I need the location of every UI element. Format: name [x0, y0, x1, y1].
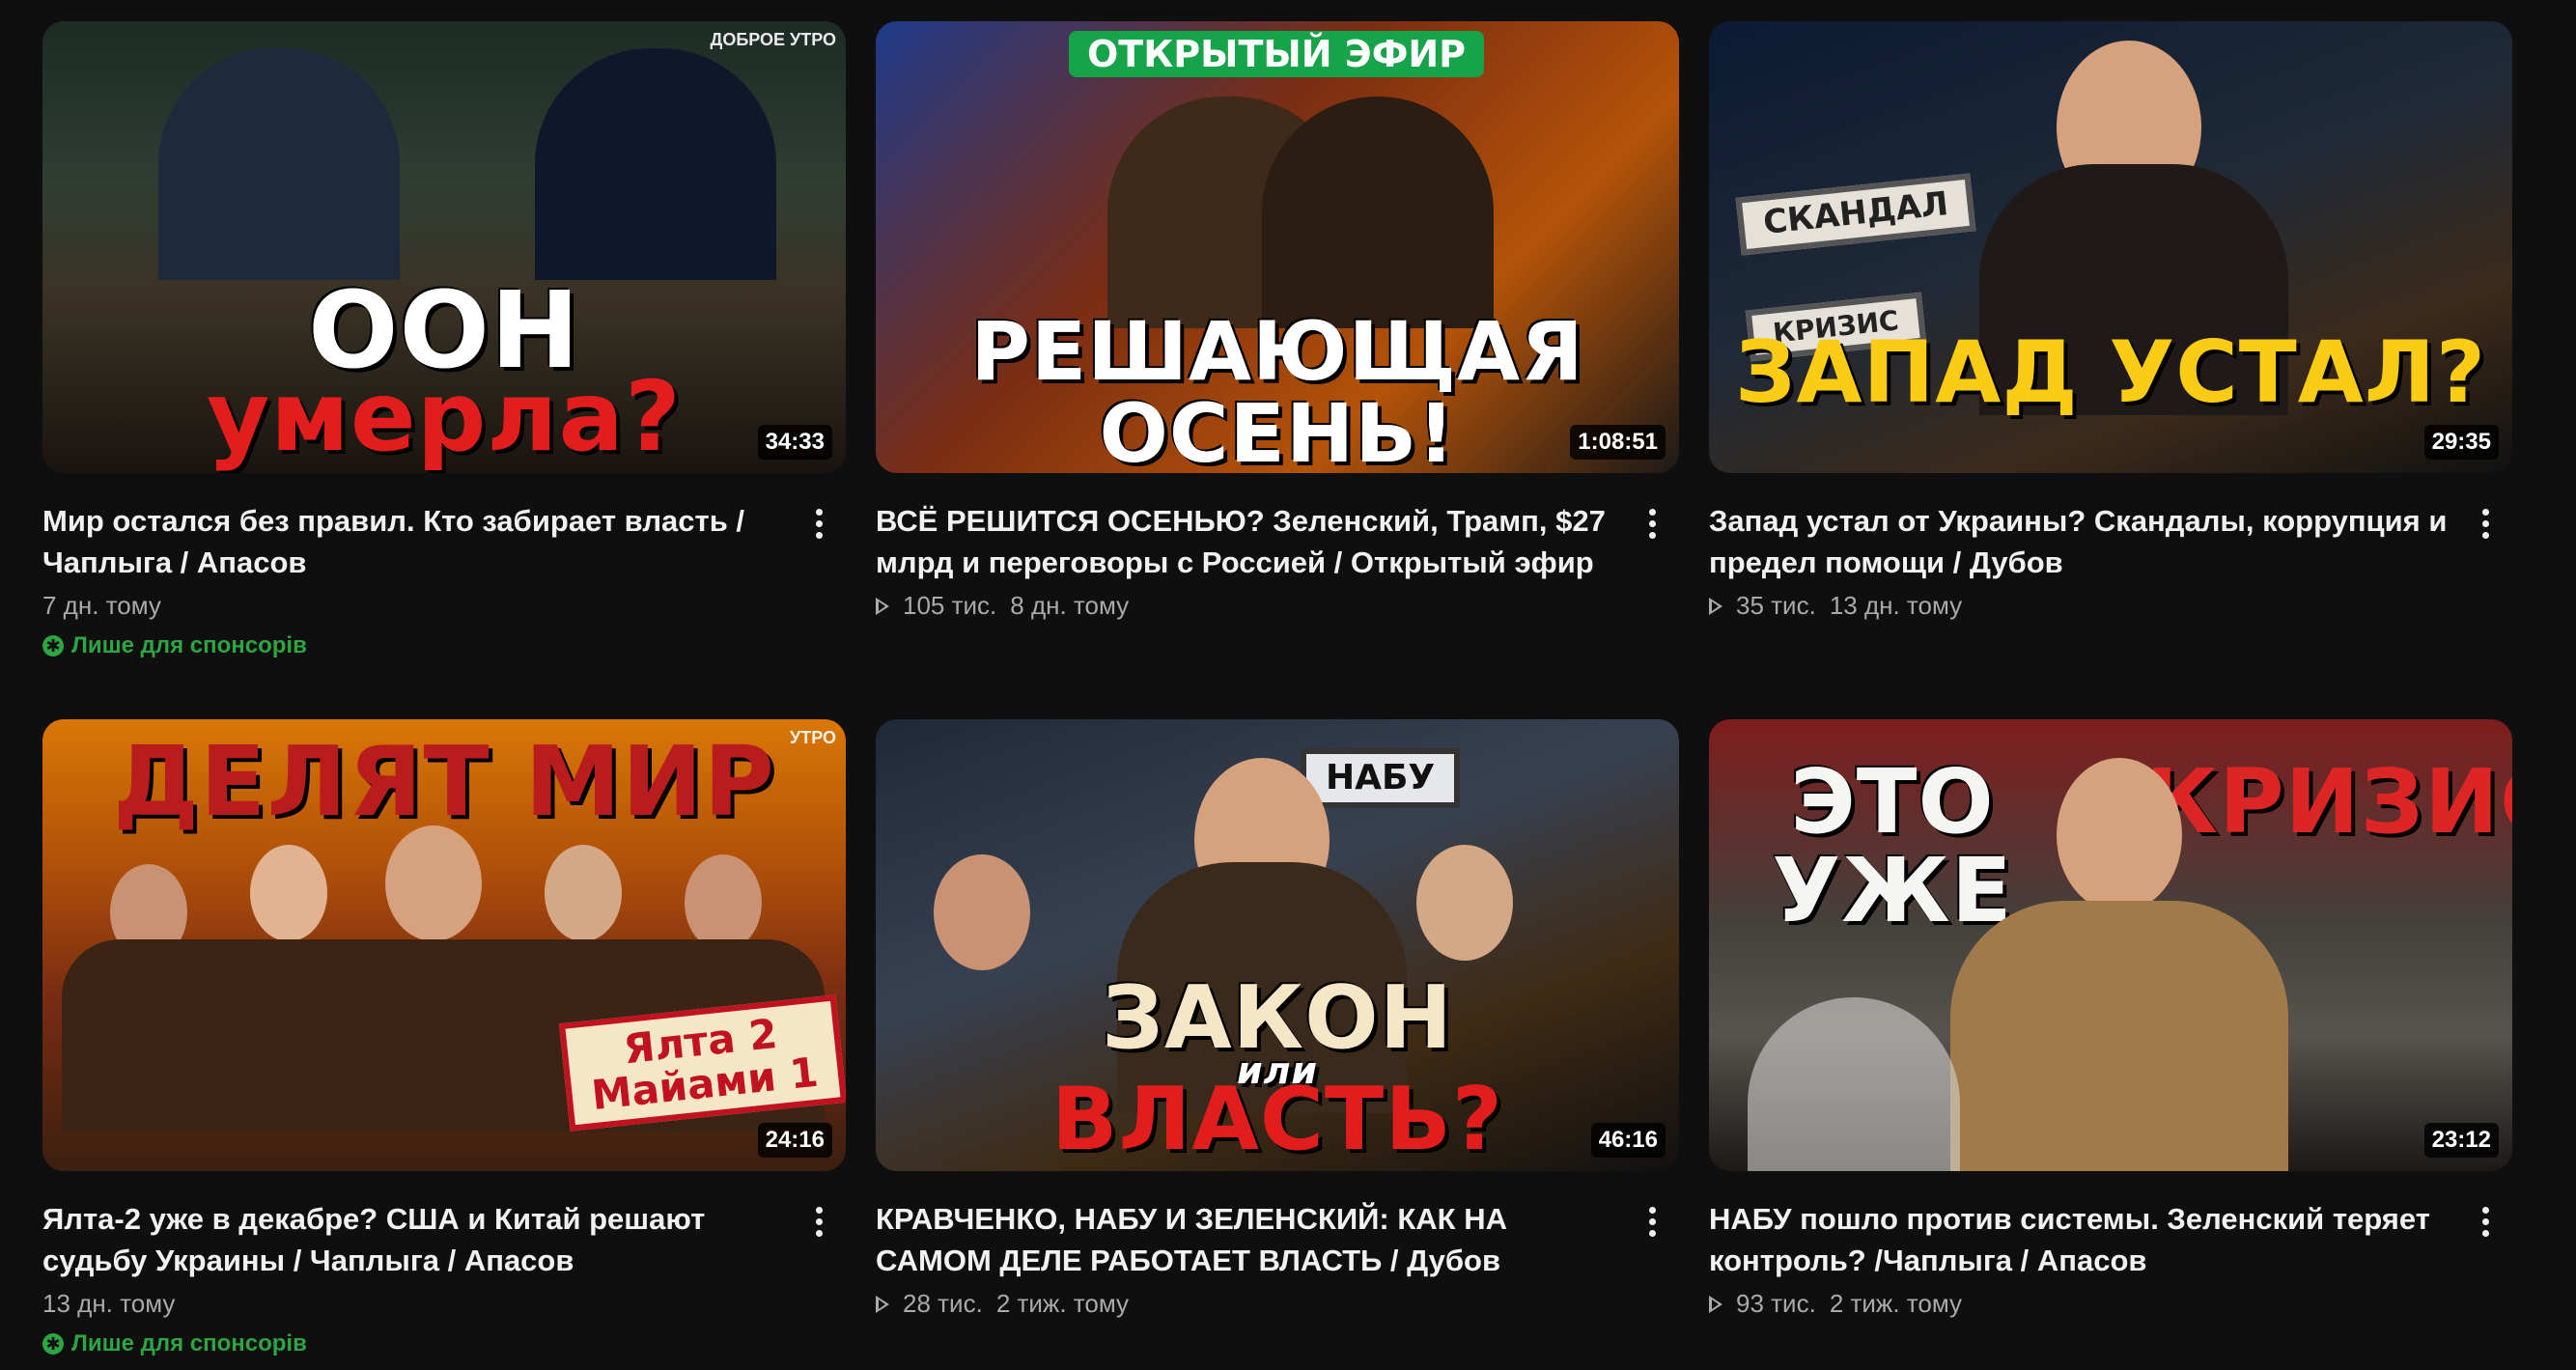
video-card: СКАНДАЛ КРИЗИС ЗАПАД УСТАЛ? 29:35 Запад … [1709, 21, 2512, 659]
video-card: ЭТО УЖЕ КРИЗИС 23:12 НАБУ пошло против с… [1709, 719, 2512, 1357]
upload-age: 13 дн. тому [1829, 591, 1963, 620]
thumbnail-headline: ВЛАСТЬ? [1050, 1069, 1504, 1170]
duration-badge: 34:33 [757, 425, 832, 460]
view-count: 28 тис. [903, 1289, 983, 1318]
person-graphic [2057, 758, 2182, 912]
sponsor-only-badge: ✱ Лише для спонсорів [42, 1330, 788, 1357]
more-vert-icon[interactable] [1635, 1202, 1669, 1241]
person-graphic [1262, 97, 1494, 328]
video-thumbnail[interactable]: НАБУ ЗАКОН или ВЛАСТЬ? 46:16 [876, 719, 1679, 1171]
upload-age: 2 тиж. тому [995, 1289, 1130, 1318]
video-title[interactable]: Мир остался без правил. Кто забирает вла… [42, 500, 788, 583]
channel-logo: ДОБРОЕ УТРО [710, 30, 837, 49]
video-thumbnail[interactable]: ОТКРЫТЫЙ ЭФИР РЕШАЮЩАЯ ОСЕНЬ! 1:08:51 [876, 21, 1679, 473]
person-graphic [385, 825, 482, 941]
video-info: Ялта-2 уже в декабре? США и Китай решают… [42, 1198, 846, 1357]
video-meta: 7 дн. тому [42, 591, 788, 621]
video-title[interactable]: Ялта-2 уже в декабре? США и Китай решают… [42, 1198, 788, 1281]
view-count: 35 тис. [1736, 591, 1816, 620]
more-vert-icon[interactable] [2468, 504, 2503, 543]
video-info: ВСЁ РЕШИТСЯ ОСЕНЬЮ? Зеленский, Трамп, $2… [876, 500, 1679, 621]
video-meta: 35 тис. 13 дн. тому [1709, 591, 2454, 621]
play-outline-icon [876, 597, 889, 615]
person-graphic [545, 845, 622, 941]
person-graphic [158, 48, 400, 280]
video-grid: ДОБРОЕ УТРО ООН умерла? 34:33 Мир осталс… [42, 21, 2534, 1357]
upload-age: 7 дн. тому [42, 591, 161, 620]
play-outline-icon [1709, 1295, 1722, 1313]
duration-badge: 1:08:51 [1570, 425, 1666, 460]
more-vert-icon[interactable] [801, 504, 836, 543]
duration-badge: 24:16 [757, 1123, 832, 1158]
video-info: КРАВЧЕНКО, НАБУ И ЗЕЛЕНСКИЙ: КАК НА САМО… [876, 1198, 1679, 1319]
video-card: УТРО ДЕЛЯТ МИР Ялта 2 Майами 1 24:16 Ялт… [42, 719, 846, 1357]
duration-badge: 29:35 [2423, 425, 2499, 460]
video-title[interactable]: Запад устал от Украины? Скандалы, корруп… [1709, 500, 2454, 583]
sponsor-star-icon: ✱ [42, 1333, 64, 1355]
thumbnail-headline: ОСЕНЬ! [1099, 386, 1456, 473]
video-info: Запад устал от Украины? Скандалы, корруп… [1709, 500, 2512, 621]
thumbnail-headline: ЗАПАД УСТАЛ? [1734, 322, 2487, 422]
more-vert-icon[interactable] [801, 1202, 836, 1241]
sponsor-label: Лише для спонсорів [71, 632, 307, 658]
thumbnail-headline: РЕШАЮЩАЯ [970, 304, 1584, 399]
video-thumbnail[interactable]: ЭТО УЖЕ КРИЗИС 23:12 [1709, 719, 2512, 1171]
view-count: 105 тис. [903, 591, 997, 620]
capitol-graphic [1748, 997, 1960, 1171]
sponsor-label: Лише для спонсорів [71, 1330, 307, 1356]
thumbnail-tag: СКАНДАЛ [1735, 173, 1976, 256]
video-meta: 93 тис. 2 тиж. тому [1709, 1289, 2454, 1319]
video-title[interactable]: КРАВЧЕНКО, НАБУ И ЗЕЛЕНСКИЙ: КАК НА САМО… [876, 1198, 1621, 1281]
video-meta: 13 дн. тому [42, 1289, 788, 1319]
view-count: 93 тис. [1736, 1289, 1816, 1318]
video-thumbnail[interactable]: СКАНДАЛ КРИЗИС ЗАПАД УСТАЛ? 29:35 [1709, 21, 2512, 473]
person-graphic [685, 854, 762, 951]
video-meta: 28 тис. 2 тиж. тому [876, 1289, 1621, 1319]
play-outline-icon [1709, 597, 1722, 615]
person-graphic [934, 854, 1030, 970]
video-card: НАБУ ЗАКОН или ВЛАСТЬ? 46:16 КРАВЧЕНКО, … [876, 719, 1679, 1357]
thumbnail-tag: НАБУ [1301, 748, 1461, 808]
person-graphic [1416, 845, 1513, 961]
video-thumbnail[interactable]: ДОБРОЕ УТРО ООН умерла? 34:33 [42, 21, 846, 473]
thumbnail-banner: ОТКРЫТЫЙ ЭФИР [1069, 31, 1484, 77]
video-info: Мир остался без правил. Кто забирает вла… [42, 500, 846, 659]
video-thumbnail[interactable]: УТРО ДЕЛЯТ МИР Ялта 2 Майами 1 24:16 [42, 719, 846, 1171]
more-vert-icon[interactable] [2468, 1202, 2503, 1241]
upload-age: 8 дн. тому [1010, 591, 1130, 620]
thumbnail-headline: умерла? [206, 360, 683, 473]
thumbnail-headline: КРИЗИС [2145, 750, 2512, 853]
sponsor-only-badge: ✱ Лише для спонсорів [42, 632, 788, 659]
person-graphic [535, 48, 776, 280]
video-title[interactable]: ВСЁ РЕШИТСЯ ОСЕНЬЮ? Зеленский, Трамп, $2… [876, 500, 1621, 583]
duration-badge: 23:12 [2423, 1123, 2499, 1158]
video-meta: 105 тис. 8 дн. тому [876, 591, 1621, 621]
video-card: ОТКРЫТЫЙ ЭФИР РЕШАЮЩАЯ ОСЕНЬ! 1:08:51 ВС… [876, 21, 1679, 659]
upload-age: 13 дн. тому [42, 1289, 176, 1318]
video-card: ДОБРОЕ УТРО ООН умерла? 34:33 Мир осталс… [42, 21, 846, 659]
more-vert-icon[interactable] [1635, 504, 1669, 543]
person-graphic [250, 845, 327, 941]
video-info: НАБУ пошло против системы. Зеленский тер… [1709, 1198, 2512, 1319]
play-outline-icon [876, 1295, 889, 1313]
duration-badge: 46:16 [1590, 1123, 1666, 1158]
thumbnail-headline: ДЕЛЯТ МИР [113, 725, 775, 838]
sponsor-star-icon: ✱ [42, 635, 64, 657]
video-title[interactable]: НАБУ пошло против системы. Зеленский тер… [1709, 1198, 2454, 1281]
upload-age: 2 тиж. тому [1829, 1289, 1963, 1318]
person-graphic [1950, 901, 2288, 1171]
